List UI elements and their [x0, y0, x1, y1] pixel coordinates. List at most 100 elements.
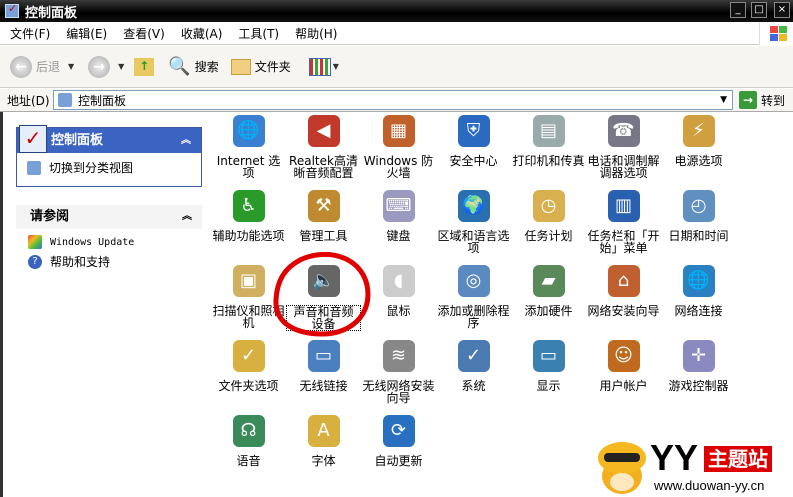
task-pane: ✓ 控制面板 ︽ 切换到分类视图 请参阅 ︽ Windows Update ? … — [0, 112, 210, 497]
control-panel-item[interactable]: ⌨ 键盘 — [361, 190, 436, 242]
item-icon: ☎ — [607, 115, 640, 147]
item-label: 显示 — [536, 379, 561, 393]
menu-help[interactable]: 帮助(H) — [295, 25, 337, 42]
control-panel-item[interactable]: ✓ 系统 — [436, 340, 511, 392]
item-label: 自动更新 — [374, 454, 423, 468]
control-panel-item[interactable]: ⚡ 电源选项 — [661, 115, 736, 167]
control-panel-icon — [58, 93, 72, 107]
address-input[interactable]: 控制面板 ▼ — [53, 90, 733, 110]
item-label: 系统 — [461, 379, 486, 393]
category-view-icon — [27, 160, 41, 175]
control-panel-item[interactable]: ♿ 辅助功能选项 — [211, 190, 286, 242]
address-dropdown-icon[interactable]: ▼ — [720, 95, 727, 105]
folder-up-icon: ↑ — [134, 57, 155, 76]
views-button[interactable]: ▼ — [308, 57, 339, 76]
control-panel-item[interactable]: ☊ 语音 — [211, 415, 286, 467]
control-panel-item[interactable]: ▦ Windows 防火墙 — [361, 115, 436, 179]
maximize-button[interactable]: □ — [751, 2, 767, 18]
control-panel-item[interactable]: ⚒ 管理工具 — [286, 190, 361, 242]
control-panel-task-box: ✓ 控制面板 ︽ 切换到分类视图 — [16, 125, 202, 187]
back-dropdown-icon[interactable]: ▼ — [68, 62, 74, 71]
item-icon: ☺ — [607, 340, 640, 372]
control-panel-item[interactable]: ⛨ 安全中心 — [436, 115, 511, 167]
control-panel-item[interactable]: ◴ 日期和时间 — [661, 190, 736, 242]
item-label: 安全中心 — [449, 154, 498, 168]
control-panel-item[interactable]: ▭ 显示 — [511, 340, 586, 392]
help-icon: ? — [28, 254, 42, 269]
control-panel-item[interactable]: ▥ 任务栏和「开始」菜单 — [586, 190, 661, 254]
control-panel-item[interactable]: 🌍 区域和语言选项 — [436, 190, 511, 254]
back-button[interactable]: ← 后退 ▼ — [10, 55, 74, 78]
window-title: 控制面板 — [25, 5, 78, 21]
control-panel-item[interactable]: A 字体 — [286, 415, 361, 467]
control-panel-icon: ✓ — [19, 125, 47, 153]
menu-view[interactable]: 查看(V) — [123, 25, 165, 42]
go-arrow-icon: → — [739, 91, 757, 109]
item-icon: ◴ — [682, 190, 715, 222]
control-panel-item[interactable]: ◷ 任务计划 — [511, 190, 586, 242]
item-icon: 🌐 — [682, 265, 715, 297]
forward-dropdown-icon[interactable]: ▼ — [118, 62, 124, 71]
control-panel-item[interactable]: ✛ 游戏控制器 — [661, 340, 736, 392]
control-panel-item[interactable]: ▤ 打印机和传真 — [511, 115, 586, 167]
menu-file[interactable]: 文件(F) — [10, 25, 50, 42]
control-panel-item[interactable]: 🌐 网络连接 — [661, 265, 736, 317]
windows-update-link[interactable]: Windows Update — [16, 235, 202, 249]
back-arrow-icon: ← — [10, 55, 32, 78]
control-panel-item[interactable]: ◀ Realtek高清晰音频配置 — [286, 115, 361, 179]
go-button[interactable]: → 转到 — [739, 91, 785, 109]
folders-button[interactable]: 文件夹 — [230, 58, 291, 75]
collapse-icon[interactable]: ︽ — [181, 128, 191, 153]
switch-to-category-view-link[interactable]: 切换到分类视图 — [17, 153, 201, 176]
item-icon: 🌐 — [232, 115, 265, 147]
menu-favorites[interactable]: 收藏(A) — [181, 25, 223, 42]
item-icon: ⛨ — [457, 115, 490, 147]
forward-button[interactable]: → ▼ — [88, 55, 124, 78]
menu-tools[interactable]: 工具(T) — [238, 25, 279, 42]
item-icon: ▣ — [232, 265, 265, 297]
item-icon: A — [307, 415, 340, 447]
control-panel-item[interactable]: ▭ 无线链接 — [286, 340, 361, 392]
collapse-icon[interactable]: ︽ — [182, 205, 192, 229]
close-button[interactable]: × — [774, 2, 790, 18]
item-label: 任务计划 — [524, 229, 573, 243]
item-label: 无线网络安装向导 — [362, 379, 435, 405]
panel-header[interactable]: ✓ 控制面板 ︽ — [17, 125, 201, 153]
item-label: 辅助功能选项 — [212, 229, 285, 243]
item-label: 语音 — [236, 454, 261, 468]
item-label: 键盘 — [386, 229, 411, 243]
up-folder-button[interactable]: ↑ — [134, 57, 155, 76]
item-icon: ✓ — [232, 340, 265, 372]
search-button[interactable]: 🔍 搜索 — [168, 56, 218, 77]
control-panel-item[interactable]: ≋ 无线网络安装向导 — [361, 340, 436, 404]
item-label: 电话和调制解调器选项 — [587, 154, 660, 180]
toolbar: ← 后退 ▼ → ▼ ↑ 🔍 搜索 文件夹 ▼ — [0, 46, 793, 88]
item-icon: ☊ — [232, 415, 265, 447]
item-label: 添加硬件 — [524, 304, 573, 318]
control-panel-item[interactable]: ✓ 文件夹选项 — [211, 340, 286, 392]
control-panel-item[interactable]: ☺ 用户帐户 — [586, 340, 661, 392]
control-panel-item[interactable]: ▰ 添加硬件 — [511, 265, 586, 317]
control-panel-item[interactable]: ⟳ 自动更新 — [361, 415, 436, 467]
control-panel-item[interactable]: ◎ 添加或删除程序 — [436, 265, 511, 329]
item-icon: ⟳ — [382, 415, 415, 447]
forward-arrow-icon: → — [88, 55, 111, 78]
item-label: 鼠标 — [386, 304, 411, 318]
item-icon: ◖ — [382, 265, 415, 297]
control-panel-item[interactable]: 🌐 Internet 选项 — [211, 115, 286, 179]
views-icon — [308, 57, 331, 76]
help-and-support-link[interactable]: ? 帮助和支持 — [16, 253, 202, 270]
see-also-header[interactable]: 请参阅 ︽ — [16, 205, 202, 229]
control-panel-item[interactable]: ☎ 电话和调制解调器选项 — [586, 115, 661, 179]
item-icon: ◀ — [307, 115, 340, 147]
item-label: Windows 防火墙 — [363, 154, 434, 180]
menu-edit[interactable]: 编辑(E) — [66, 25, 107, 42]
search-icon: 🔍 — [168, 56, 191, 77]
address-label: 地址(D) — [7, 93, 50, 108]
minimize-button[interactable]: _ — [730, 2, 746, 18]
item-icon: ▭ — [307, 340, 340, 372]
raccoon-mascot-icon — [598, 442, 646, 494]
item-label: 区域和语言选项 — [437, 229, 510, 255]
item-label: 字体 — [311, 454, 336, 468]
control-panel-item[interactable]: ⌂ 网络安装向导 — [586, 265, 661, 317]
